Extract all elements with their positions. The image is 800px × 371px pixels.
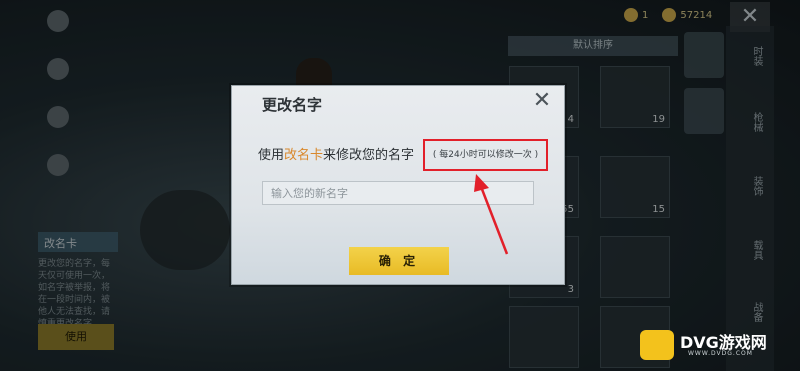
gamepad-icon bbox=[640, 330, 674, 360]
dialog-message: 使用改名卡来修改您的名字 bbox=[258, 144, 414, 163]
watermark: DVG游戏网 WWW.DVDG.COM bbox=[640, 326, 790, 366]
dialog-title: 更改名字 bbox=[262, 96, 323, 114]
rename-dialog: 更改名字 ✕ 使用改名卡来修改您的名字 ( 每24小时可以修改一次 ) 确 定 bbox=[231, 85, 565, 285]
message-suffix: 来修改您的名字 bbox=[323, 148, 415, 163]
rename-limit-hint: ( 每24小时可以修改一次 ) bbox=[423, 139, 548, 171]
confirm-button[interactable]: 确 定 bbox=[349, 247, 449, 275]
message-prefix: 使用 bbox=[258, 148, 285, 163]
watermark-url: WWW.DVDG.COM bbox=[688, 350, 753, 357]
new-name-input[interactable] bbox=[262, 181, 534, 205]
close-icon[interactable]: ✕ bbox=[530, 90, 554, 114]
rename-card-highlight: 改名卡 bbox=[284, 148, 324, 163]
